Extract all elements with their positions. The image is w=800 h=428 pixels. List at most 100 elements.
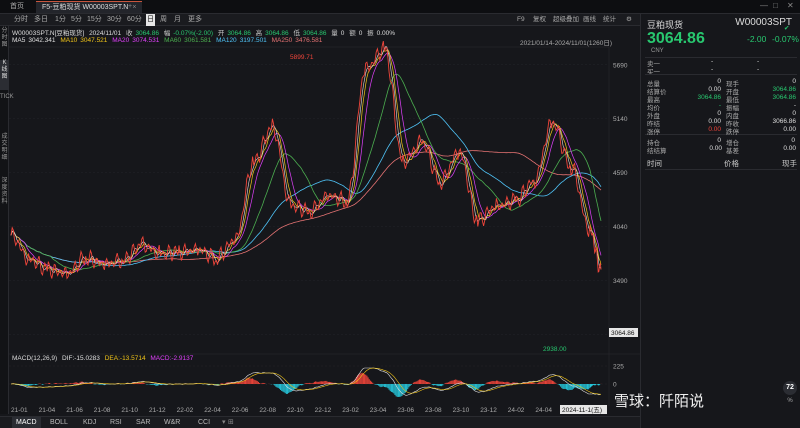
period-more[interactable]: 更多 bbox=[188, 14, 202, 26]
x-tick-label: 21-04 bbox=[39, 407, 56, 414]
x-tick-label: 23-06 bbox=[397, 407, 414, 414]
usage-unit: % bbox=[787, 398, 793, 404]
title-bar: 首页 F5-豆粕现货 W00003SPT.N × + — □ ✕ bbox=[0, 0, 800, 14]
divider bbox=[645, 74, 797, 75]
stat-value: 0.00 bbox=[783, 145, 796, 152]
y-tick-label: 3490 bbox=[613, 278, 628, 285]
macd-label: MACD(12,26,9) bbox=[12, 355, 57, 362]
overlay-button[interactable]: 超级叠加 bbox=[553, 14, 579, 26]
quote-panel: 豆粕现货 W00003SPT 3064.86 -2.00 -0.07% CNY … bbox=[640, 14, 800, 428]
cursor-date-label: 2024-11-1(五) bbox=[562, 406, 602, 414]
trades-header-volume: 现手 bbox=[782, 159, 797, 168]
period-15min[interactable]: 15分 bbox=[87, 14, 102, 26]
divider bbox=[645, 169, 797, 170]
stat-value: 3064.86 bbox=[772, 86, 797, 93]
x-tick-label: 23-12 bbox=[480, 407, 497, 414]
indicator-tabs: MACD BOLL KDJ RSI SAR W&R CCI ▾ ⊞ bbox=[0, 416, 640, 428]
draw-line-button[interactable]: 画线 bbox=[583, 14, 596, 26]
period-60min[interactable]: 60分 bbox=[127, 14, 142, 26]
y-tick-label: 225 bbox=[613, 364, 624, 371]
x-tick-label: 24-04 bbox=[535, 407, 552, 414]
period-intraday[interactable]: 分时 bbox=[14, 14, 28, 26]
stat-value: 3064.86 bbox=[697, 94, 722, 101]
x-tick-label: 21-01 bbox=[11, 407, 28, 414]
ind-sar[interactable]: SAR bbox=[136, 417, 150, 428]
dea-value: -13.5714 bbox=[120, 355, 146, 362]
tab-soymeal[interactable]: F5-豆粕现货 W00003SPT.N × bbox=[36, 1, 143, 13]
vtab-depth[interactable]: 深度资料 bbox=[0, 178, 9, 222]
period-multiday[interactable]: 多日 bbox=[34, 14, 48, 26]
period-30min[interactable]: 30分 bbox=[107, 14, 122, 26]
vtab-kline[interactable]: K线图 bbox=[0, 60, 9, 90]
period-1min[interactable]: 1分 bbox=[55, 14, 66, 26]
ind-wr[interactable]: W&R bbox=[164, 417, 180, 428]
x-tick-label: 22-12 bbox=[315, 407, 332, 414]
price-change: -2.00 bbox=[747, 34, 767, 44]
period-5min[interactable]: 5分 bbox=[71, 14, 82, 26]
x-tick-label: 23-08 bbox=[425, 407, 442, 414]
dif-value: -15.0283 bbox=[74, 355, 100, 362]
divider bbox=[645, 57, 797, 58]
currency: CNY bbox=[651, 48, 664, 54]
dea-label: DEA: bbox=[105, 355, 120, 362]
chart-toolbar: 分时 多日 1分 5分 15分 30分 60分 日 周 月 更多 F9 复权 超… bbox=[0, 14, 640, 26]
date-axis: 21-01 21-04 21-06 21-08 21-10 21-12 22-02 22-04… bbox=[11, 407, 552, 414]
new-tab-icon[interactable]: + bbox=[128, 1, 132, 13]
period-daily[interactable]: 日 bbox=[146, 14, 155, 26]
x-tick-label: 21-08 bbox=[94, 407, 111, 414]
x-tick-label: 22-10 bbox=[287, 407, 304, 414]
stat-value: 0 bbox=[717, 137, 721, 144]
trades-header-time: 时间 bbox=[647, 159, 662, 168]
vtab-tick[interactable]: TICK bbox=[0, 94, 14, 130]
x-tick-label: 23-02 bbox=[342, 407, 359, 414]
macd-legend: MACD(12,26,9) DIF:-15.0283 DEA:-13.5714 … bbox=[12, 355, 194, 362]
ma5-line bbox=[10, 46, 602, 275]
x-tick-label: 21-06 bbox=[66, 407, 83, 414]
ind-cci[interactable]: CCI bbox=[198, 417, 210, 428]
ma60-line bbox=[10, 73, 602, 271]
adjust-button[interactable]: 复权 bbox=[533, 14, 546, 26]
period-weekly[interactable]: 周 bbox=[160, 14, 167, 26]
settings-icon[interactable]: ⚙ bbox=[626, 14, 632, 26]
stat-value: 0 bbox=[791, 137, 795, 144]
minimize-icon[interactable]: — bbox=[760, 1, 768, 10]
stat-value: 3066.86 bbox=[772, 118, 797, 125]
close-icon[interactable]: × bbox=[132, 4, 136, 11]
y-tick-label: 4040 bbox=[613, 224, 628, 231]
tab-home[interactable]: 首页 bbox=[4, 1, 30, 13]
y-tick-label: 0 bbox=[613, 382, 617, 389]
maximize-icon[interactable]: □ bbox=[773, 1, 778, 10]
x-tick-label: 23-10 bbox=[453, 407, 470, 414]
period-monthly[interactable]: 月 bbox=[174, 14, 181, 26]
expand-icon[interactable]: ✔ bbox=[784, 24, 789, 32]
buy1-price: - bbox=[711, 66, 714, 73]
f9-button[interactable]: F9 bbox=[517, 14, 525, 26]
last-price-label: 3064.86 bbox=[611, 330, 635, 337]
vtab-trades[interactable]: 成交明细 bbox=[0, 134, 9, 178]
stat-value: 0.00 bbox=[709, 145, 722, 152]
x-tick-label: 21-10 bbox=[121, 407, 138, 414]
stat-value: 0.00 bbox=[708, 118, 721, 125]
min-price-label: 2938.00 bbox=[543, 346, 567, 353]
stat-value: - bbox=[718, 102, 721, 109]
stat-value: - bbox=[793, 102, 796, 109]
sell1-price: - bbox=[711, 58, 714, 65]
buy1-volume: - bbox=[757, 66, 760, 73]
x-tick-label: 22-06 bbox=[232, 407, 249, 414]
add-indicator-icon[interactable]: ⊞ bbox=[228, 417, 234, 428]
ind-macd[interactable]: MACD bbox=[12, 417, 41, 428]
vtab-intraday[interactable]: 分时图 bbox=[0, 28, 9, 58]
dif-label: DIF: bbox=[62, 355, 74, 362]
kline-chart[interactable]: 569051404590404034902940 2250 21-0121-04… bbox=[9, 26, 640, 416]
ind-rsi[interactable]: RSI bbox=[110, 417, 122, 428]
ind-kdj[interactable]: KDJ bbox=[83, 417, 96, 428]
ind-boll[interactable]: BOLL bbox=[50, 417, 68, 428]
price-axis: 569051404590404034902940 bbox=[9, 62, 628, 339]
statistics-button[interactable]: 统计 bbox=[603, 14, 616, 26]
watermark: 雪球：阡陌说 bbox=[614, 392, 705, 410]
window-close-icon[interactable]: ✕ bbox=[787, 1, 794, 10]
chevron-down-icon[interactable]: ▾ bbox=[222, 417, 226, 428]
y-tick-label: 5140 bbox=[613, 116, 628, 123]
usage-badge: 72 bbox=[783, 381, 797, 395]
ma20-line bbox=[10, 52, 602, 274]
